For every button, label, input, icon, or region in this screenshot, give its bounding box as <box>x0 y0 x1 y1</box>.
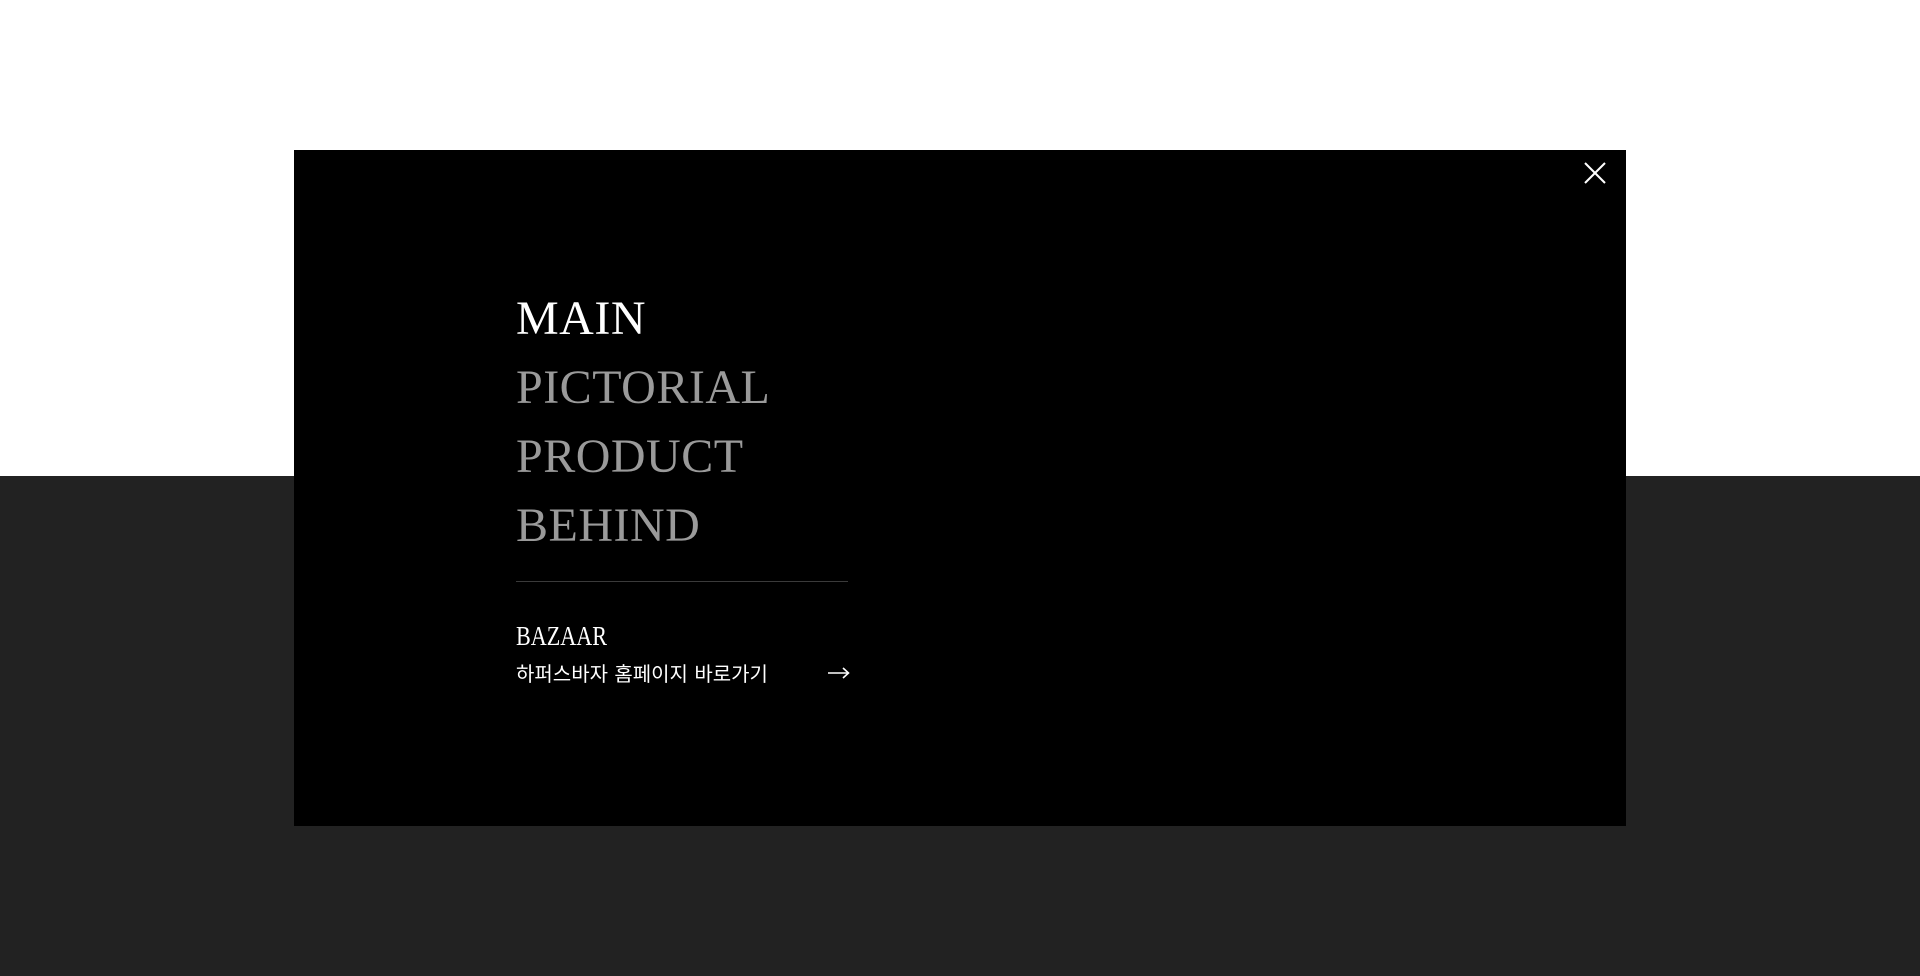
close-button[interactable] <box>1582 160 1608 186</box>
bazaar-link-row: 하퍼스바자 홈페이지 바로가기 <box>516 658 850 687</box>
bazaar-homepage-link[interactable]: BAZAAR 하퍼스바자 홈페이지 바로가기 <box>516 622 850 687</box>
bazaar-logo: BAZAAR <box>516 621 608 651</box>
menu-item-main[interactable]: MAIN <box>516 284 850 353</box>
close-icon <box>1584 162 1606 184</box>
menu-divider <box>516 581 848 582</box>
page: MAIN PICTORIAL PRODUCT BEHIND BAZAAR 하퍼스… <box>0 0 1920 976</box>
menu-modal: MAIN PICTORIAL PRODUCT BEHIND BAZAAR 하퍼스… <box>294 150 1626 826</box>
menu-item-behind[interactable]: BEHIND <box>516 491 850 560</box>
menu-list: MAIN PICTORIAL PRODUCT BEHIND <box>516 284 850 560</box>
main-menu: MAIN PICTORIAL PRODUCT BEHIND BAZAAR 하퍼스… <box>516 284 850 687</box>
arrow-right-icon <box>828 666 850 679</box>
menu-item-pictorial[interactable]: PICTORIAL <box>516 353 850 422</box>
menu-item-product[interactable]: PRODUCT <box>516 422 850 491</box>
bazaar-link-label: 하퍼스바자 홈페이지 바로가기 <box>516 662 768 686</box>
